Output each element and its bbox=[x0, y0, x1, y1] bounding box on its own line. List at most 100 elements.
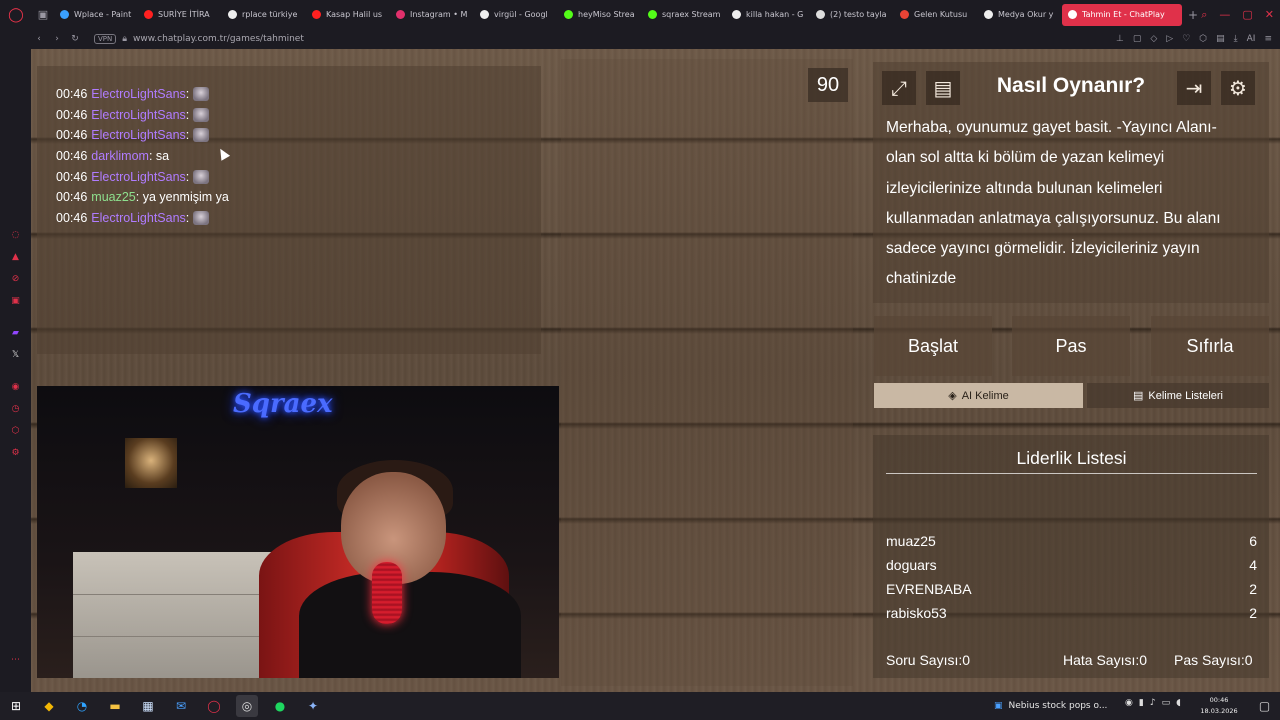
game-page: 00:46 ElectroLightSans:00:46 ElectroLightS… bbox=[31, 49, 1280, 692]
pass-count: Pas Sayısı:0 bbox=[1174, 652, 1253, 668]
explorer-icon[interactable]: ▬ bbox=[104, 695, 126, 717]
tab-label: SURİYE İTİRA bbox=[158, 10, 210, 19]
url-field[interactable]: www.chatplay.com.tr/games/tahminet bbox=[133, 34, 304, 44]
search-tabs-icon[interactable]: ⌕ bbox=[1201, 8, 1207, 22]
sidebar-x-icon[interactable]: 𝕏 bbox=[10, 349, 21, 360]
browser-tab[interactable]: killa hakan - G bbox=[726, 4, 809, 26]
wallet-icon[interactable]: ▤ bbox=[1216, 34, 1225, 44]
player-icon[interactable]: ▷ bbox=[1166, 34, 1173, 44]
heart-icon[interactable]: ♡ bbox=[1182, 34, 1190, 44]
word-lists-button[interactable]: ▤ Kelime Listeleri bbox=[1087, 383, 1269, 408]
expand-icon[interactable]: ⤢ bbox=[882, 71, 916, 105]
chat-username[interactable]: ElectroLightSans bbox=[91, 128, 186, 142]
start-button[interactable]: Başlat bbox=[874, 316, 992, 376]
sidebar-workspace-icon[interactable]: ▲ bbox=[10, 251, 21, 262]
tab-label: Wplace - Paint bbox=[74, 10, 132, 19]
browser-tab[interactable]: heyMiso Strea bbox=[558, 4, 641, 26]
leaderboard-row: EVRENBABA 2 bbox=[886, 581, 1257, 601]
sidebar-player-icon[interactable]: ◉ bbox=[10, 381, 21, 392]
mail-icon[interactable]: ✉ bbox=[170, 695, 192, 717]
reset-button[interactable]: Sıfırla bbox=[1151, 316, 1269, 376]
chat-username[interactable]: ElectroLightSans bbox=[91, 108, 186, 122]
exit-icon[interactable]: ⇥ bbox=[1177, 71, 1211, 105]
pin-icon[interactable]: ⊥ bbox=[1116, 34, 1124, 44]
start-icon[interactable]: ⊞ bbox=[5, 695, 27, 717]
obs-icon[interactable]: ◎ bbox=[236, 695, 258, 717]
pass-button[interactable]: Pas bbox=[1012, 316, 1130, 376]
browser-tab[interactable]: Gelen Kutusu bbox=[894, 4, 977, 26]
snapshot-icon[interactable]: ▢ bbox=[1133, 34, 1142, 44]
chat-emote bbox=[193, 87, 210, 102]
chat-emote bbox=[193, 169, 210, 184]
ai-icon: ◈ bbox=[948, 390, 957, 402]
network-icon[interactable]: ▭ bbox=[1162, 698, 1171, 708]
sidebar-twitch-icon[interactable]: ▰ bbox=[10, 327, 21, 338]
minimize-icon[interactable]: — bbox=[1219, 8, 1230, 21]
notification-icon[interactable]: ▢ bbox=[1254, 695, 1276, 717]
tray-app-icon[interactable]: ◉ bbox=[1125, 698, 1133, 708]
ai-word-button[interactable]: ◈ AI Kelime bbox=[874, 383, 1083, 408]
chat-username[interactable]: darklimom bbox=[91, 149, 149, 163]
chat-emote bbox=[193, 107, 210, 122]
chat-timestamp: 00:46 bbox=[56, 87, 88, 102]
browser-tab[interactable]: Kasap Halil us bbox=[306, 4, 389, 26]
notes-icon[interactable]: ▤ bbox=[926, 71, 960, 105]
sidebar-extensions-icon[interactable]: ⬡ bbox=[10, 425, 21, 436]
chat-username[interactable]: ElectroLightSans bbox=[91, 211, 186, 225]
word-area-panel bbox=[561, 59, 853, 686]
vpn-badge[interactable]: VPN bbox=[94, 34, 117, 44]
gear-icon[interactable]: ⚙ bbox=[1221, 71, 1255, 105]
browser-tab[interactable]: Instagram • M bbox=[390, 4, 473, 26]
taskbar-clock[interactable]: 00:46 18.03.2026 bbox=[1200, 695, 1238, 717]
reload-icon[interactable]: ↻ bbox=[66, 34, 84, 44]
browser-tab[interactable]: Medya Okur y bbox=[978, 4, 1061, 26]
volume-icon[interactable]: ◖ bbox=[1176, 698, 1181, 708]
tab-label: Instagram • M bbox=[410, 10, 468, 19]
close-icon[interactable]: ✕ bbox=[1265, 8, 1274, 21]
browser-tab[interactable]: Tahmin Et - ChatPlay bbox=[1062, 3, 1182, 26]
forward-icon[interactable]: › bbox=[48, 34, 66, 44]
word-lists-label: Kelime Listeleri bbox=[1148, 389, 1223, 402]
speaker-icon[interactable]: ♪ bbox=[1150, 698, 1156, 708]
tab-islands-icon[interactable]: ▣ bbox=[32, 0, 54, 29]
mic-icon[interactable]: ▮ bbox=[1139, 698, 1144, 708]
back-icon[interactable]: ‹ bbox=[30, 34, 48, 44]
browser-tab[interactable]: sqraex Stream bbox=[642, 4, 725, 26]
opera-logo-icon[interactable]: ◯ bbox=[0, 0, 32, 29]
menu-icon[interactable]: ≡ bbox=[1264, 34, 1272, 44]
chat-username[interactable]: muaz25 bbox=[91, 190, 135, 204]
sidebar-aria-icon[interactable]: ◌ bbox=[10, 229, 21, 240]
browser-tab[interactable]: rplace türkiye bbox=[222, 4, 305, 26]
shield-icon[interactable]: ◇ bbox=[1150, 34, 1157, 44]
sidebar-mail-icon[interactable]: ▣ bbox=[10, 295, 21, 306]
copilot-icon[interactable]: ◆ bbox=[38, 695, 60, 717]
chat-text: sa bbox=[152, 149, 170, 164]
steam-icon[interactable]: ✦ bbox=[302, 695, 324, 717]
chat-username[interactable]: ElectroLightSans bbox=[91, 170, 186, 184]
tab-label: Kasap Halil us bbox=[326, 10, 383, 19]
browser-tab[interactable]: Wplace - Paint bbox=[54, 4, 137, 26]
spotify-icon[interactable]: ● bbox=[269, 695, 291, 717]
sidebar-feed-icon[interactable]: ⊘ bbox=[10, 273, 21, 284]
sidebar-settings-icon[interactable]: ⚙ bbox=[10, 447, 21, 458]
tab-label: rplace türkiye bbox=[242, 10, 298, 19]
leaderboard: Liderlik Listesi muaz25 6 doguars 4 EVRENBAB… bbox=[873, 435, 1269, 678]
player-name: EVRENBABA bbox=[886, 581, 972, 597]
tab-favicon-icon bbox=[732, 10, 741, 19]
chat-username[interactable]: ElectroLightSans bbox=[91, 87, 186, 101]
extensions-icon[interactable]: ⬡ bbox=[1199, 34, 1207, 44]
ai-button[interactable]: AI bbox=[1247, 34, 1256, 44]
sidebar-history-icon[interactable]: ◷ bbox=[10, 403, 21, 414]
browser-tab[interactable]: SURİYE İTİRA bbox=[138, 4, 221, 26]
news-widget[interactable]: ▣ Nebius stock pops o... bbox=[994, 698, 1107, 714]
download-icon[interactable]: ⤓ bbox=[1234, 34, 1238, 44]
opera-icon[interactable]: ◯ bbox=[203, 695, 225, 717]
maximize-icon[interactable]: ▢ bbox=[1242, 8, 1252, 21]
sidebar-more-icon[interactable]: ⋯ bbox=[10, 654, 21, 665]
toolbar-icons: ⊥ ▢ ◇ ▷ ♡ ⬡ ▤ ⤓ AI ≡ bbox=[1116, 34, 1272, 44]
browser-tab[interactable]: (2) testo tayla bbox=[810, 4, 893, 26]
browser-tab[interactable]: virgül - Googl bbox=[474, 4, 557, 26]
tab-label: virgül - Googl bbox=[494, 10, 548, 19]
edge-icon[interactable]: ◔ bbox=[71, 695, 93, 717]
calculator-icon[interactable]: ▦ bbox=[137, 695, 159, 717]
